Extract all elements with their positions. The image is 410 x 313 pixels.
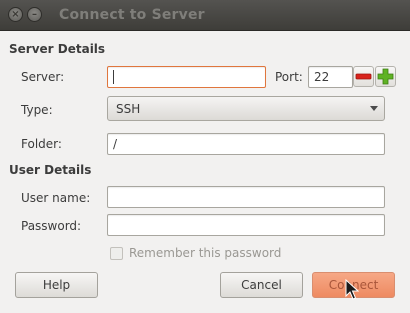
- close-window-button[interactable]: ×: [8, 7, 23, 22]
- mouse-pointer-icon: [345, 279, 359, 300]
- server-label: Server:: [21, 70, 65, 84]
- port-label: Port:: [275, 70, 303, 84]
- plus-icon: [377, 68, 394, 85]
- password-input[interactable]: [107, 214, 385, 236]
- server-details-heading: Server Details: [9, 42, 106, 56]
- port-decrease-button[interactable]: [353, 66, 374, 87]
- server-input[interactable]: [107, 66, 266, 88]
- remember-password-label: Remember this password: [129, 246, 282, 260]
- folder-label: Folder:: [21, 137, 62, 151]
- minus-icon: [355, 73, 372, 80]
- remember-password-checkbox[interactable]: [110, 247, 123, 260]
- title-bar[interactable]: × – Connect to Server: [0, 0, 410, 31]
- folder-input[interactable]: /: [107, 133, 385, 155]
- cancel-button[interactable]: Cancel: [220, 272, 303, 298]
- minimize-window-button[interactable]: –: [27, 7, 42, 22]
- chevron-down-icon: [370, 106, 378, 111]
- window-title: Connect to Server: [59, 7, 205, 23]
- type-select[interactable]: SSH: [107, 96, 385, 121]
- port-increase-button[interactable]: [375, 66, 396, 87]
- port-input[interactable]: 22: [308, 66, 353, 88]
- text-caret: [113, 70, 114, 84]
- type-label: Type:: [21, 103, 53, 117]
- type-select-value: SSH: [116, 102, 141, 116]
- username-input[interactable]: [107, 186, 385, 208]
- close-icon: ×: [11, 8, 20, 20]
- username-label: User name:: [21, 191, 91, 205]
- minimize-icon: –: [32, 8, 37, 20]
- password-label: Password:: [21, 219, 82, 233]
- help-button[interactable]: Help: [15, 272, 98, 298]
- user-details-heading: User Details: [9, 163, 92, 177]
